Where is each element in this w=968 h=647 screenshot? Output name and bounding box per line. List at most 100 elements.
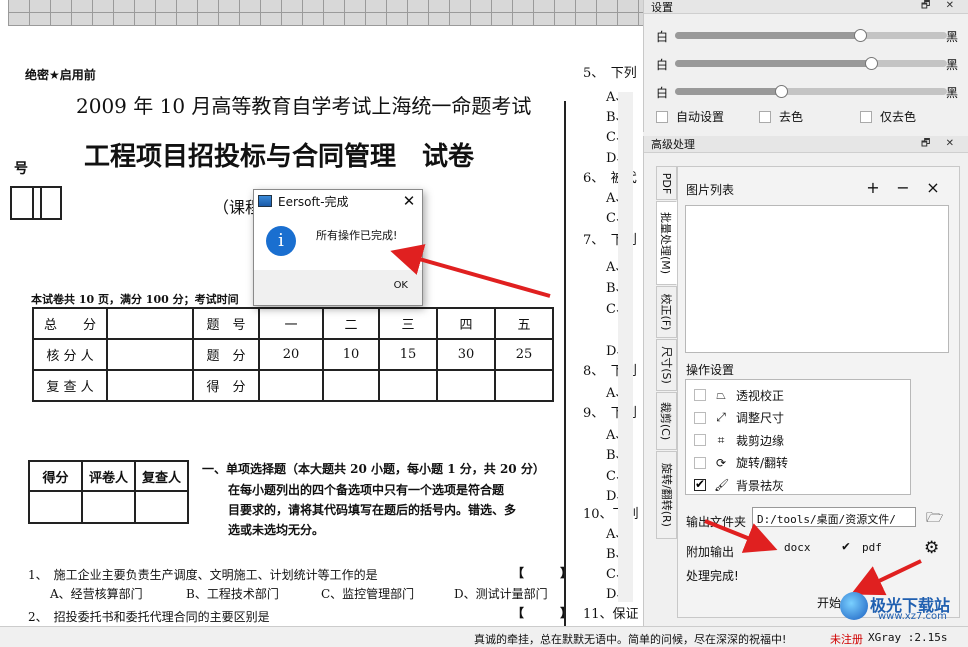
checkbox-label: 去色: [779, 110, 804, 124]
slider-handle[interactable]: [864, 57, 878, 70]
op-crop[interactable]: ⌗ 裁剪边缘: [686, 429, 910, 452]
vertical-tabs: PDF 批量处理(M) 校正(F) 尺寸(S) 裁剪(C) 旋转/翻转(R): [656, 166, 677, 540]
tab-crop[interactable]: 裁剪(C): [656, 392, 677, 450]
clear-list-button[interactable]: ×: [922, 177, 944, 199]
op-label: 背景祛灰: [736, 478, 785, 493]
tab-label: PDF: [660, 172, 673, 194]
close-icon[interactable]: ✕: [396, 192, 422, 210]
doc-scrollbar[interactable]: [618, 92, 633, 602]
op-degray[interactable]: 🖌 背景祛灰: [686, 474, 910, 497]
checkbox-box[interactable]: [759, 110, 771, 123]
tab-rotate[interactable]: 旋转/翻转(R): [656, 451, 677, 539]
operations-list[interactable]: ⏢ 透视校正 ⤢ 调整尺寸 ⌗ 裁剪边缘 ⟳ 旋转/翻转 🖌 背景祛灰: [685, 379, 911, 495]
table-cell: [322, 369, 380, 402]
slider-label-white: 白: [656, 30, 669, 44]
slider-handle[interactable]: [775, 85, 789, 98]
checkbox-box[interactable]: [694, 456, 706, 469]
tab-correct[interactable]: 校正(F): [656, 286, 677, 338]
slider-label-white: 白: [656, 86, 669, 100]
checkbox-label: docx: [784, 541, 811, 554]
table-row: 复 查 人 得 分: [32, 369, 554, 402]
brush-icon: 🖌: [714, 478, 730, 493]
checkbox-box[interactable]: [694, 477, 706, 492]
table-row: 得分 评卷人 复查人: [28, 460, 189, 492]
table-cell: 复 查 人: [32, 369, 108, 402]
add-image-button[interactable]: +: [862, 177, 884, 199]
table-row: 总 分 题 号 一 二 三 四 五: [32, 307, 554, 340]
answer-bracket: 【 】: [512, 566, 573, 580]
checkbox-box[interactable]: [694, 411, 706, 424]
crop-icon: ⌗: [717, 432, 725, 447]
tab-size[interactable]: 尺寸(S): [656, 339, 677, 391]
remove-image-button[interactable]: −: [892, 177, 914, 199]
dialog-titlebar[interactable]: Eersoft-完成 ✕: [254, 190, 422, 212]
slider-track[interactable]: [675, 57, 947, 70]
extra-output-label: 附加输出: [686, 545, 735, 559]
op-perspective[interactable]: ⏢ 透视校正: [686, 384, 910, 407]
table-cell: 四: [436, 307, 496, 340]
resize-icon: ⤢: [716, 410, 726, 425]
perspective-icon: ⏢: [716, 387, 726, 402]
dialog-body: i 所有操作已完成!: [254, 212, 422, 270]
decolor-checkbox[interactable]: 去色: [759, 108, 803, 125]
table-cell: 15: [378, 338, 438, 371]
option: A、经营核算部门: [50, 587, 143, 601]
table-cell: 10: [322, 338, 380, 371]
slider-handle[interactable]: [853, 29, 867, 42]
table-cell: [436, 369, 496, 402]
score-note: 本试卷共 10 页，满分 100 分；考试时间: [31, 293, 239, 306]
ok-button[interactable]: OK: [394, 280, 408, 291]
panel-title: 设置: [651, 0, 673, 14]
table-cell: [378, 369, 438, 402]
folder-open-icon[interactable]: 🗁: [926, 507, 943, 531]
checkbox-box[interactable]: [860, 110, 872, 123]
tab-batch[interactable]: 批量处理(M): [656, 201, 677, 285]
op-resize[interactable]: ⤢ 调整尺寸: [686, 407, 910, 430]
checkbox-box[interactable]: [694, 389, 706, 402]
slider-label-white: 白: [656, 58, 669, 72]
tab-pdf[interactable]: PDF: [656, 166, 677, 200]
checkbox-box[interactable]: [694, 434, 706, 447]
image-list[interactable]: [685, 205, 949, 353]
panel-window-controls[interactable]: 🗗 ✕: [921, 0, 960, 15]
slider-label-black: 黑: [945, 86, 958, 100]
auto-settings-checkbox[interactable]: 自动设置: [656, 108, 724, 125]
question-stub: 5、 下列: [583, 66, 637, 81]
table-cell: 一: [258, 307, 324, 340]
watermark-url: www.xz7.com: [878, 611, 947, 622]
slider-track[interactable]: [675, 85, 947, 98]
decolor-only-checkbox[interactable]: 仅去色: [860, 108, 916, 125]
table-cell: 复查人: [134, 460, 189, 492]
docx-checkbox[interactable]: docx: [764, 539, 811, 555]
table-cell: 得分: [28, 460, 83, 492]
table-cell: [134, 490, 189, 524]
advanced-panel: 高级处理 🗗 ✕ PDF 批量处理(M) 校正(F) 尺寸(S) 裁剪(C) 旋…: [643, 136, 968, 626]
table-cell: [106, 369, 194, 402]
slider-track[interactable]: [675, 29, 947, 42]
table-cell: 30: [436, 338, 496, 371]
level-slider[interactable]: 白 黑: [656, 56, 958, 72]
slider-fill: [675, 32, 860, 39]
version-label: XGray :2.15s: [868, 631, 948, 644]
panel-window-controls[interactable]: 🗗 ✕: [921, 136, 960, 153]
checkbox-box[interactable]: [764, 539, 776, 554]
level-slider[interactable]: 白 黑: [656, 84, 958, 100]
secret-tag: 绝密★启用前: [25, 68, 96, 82]
option: B、工程技术部门: [186, 587, 279, 601]
table-cell: [28, 490, 83, 524]
grader-table: 得分 评卷人 复查人: [28, 460, 189, 524]
checkbox-label: 自动设置: [676, 110, 725, 124]
checkbox-box[interactable]: [842, 539, 854, 554]
gear-icon[interactable]: ⚙: [924, 538, 939, 558]
pdf-checkbox[interactable]: pdf: [842, 539, 882, 555]
op-rotate[interactable]: ⟳ 旋转/翻转: [686, 452, 910, 475]
document-page: 绝密★启用前 2009 年 10 月高等教育自学考试上海统一命题考试 工程项目招…: [8, 26, 643, 626]
output-folder-field[interactable]: D:/tools/桌面/资源文件/: [752, 507, 916, 527]
image-list-label: 图片列表: [686, 183, 735, 197]
table-cell: 20: [258, 338, 324, 371]
unregistered-label[interactable]: 未注册: [830, 631, 863, 647]
level-slider[interactable]: 白 黑: [656, 28, 958, 44]
checkbox-box[interactable]: [656, 110, 668, 123]
table-row: 核 分 人 题 分 20 10 15 30 25: [32, 338, 554, 371]
document-viewer[interactable]: 绝密★启用前 2009 年 10 月高等教育自学考试上海统一命题考试 工程项目招…: [0, 0, 643, 626]
